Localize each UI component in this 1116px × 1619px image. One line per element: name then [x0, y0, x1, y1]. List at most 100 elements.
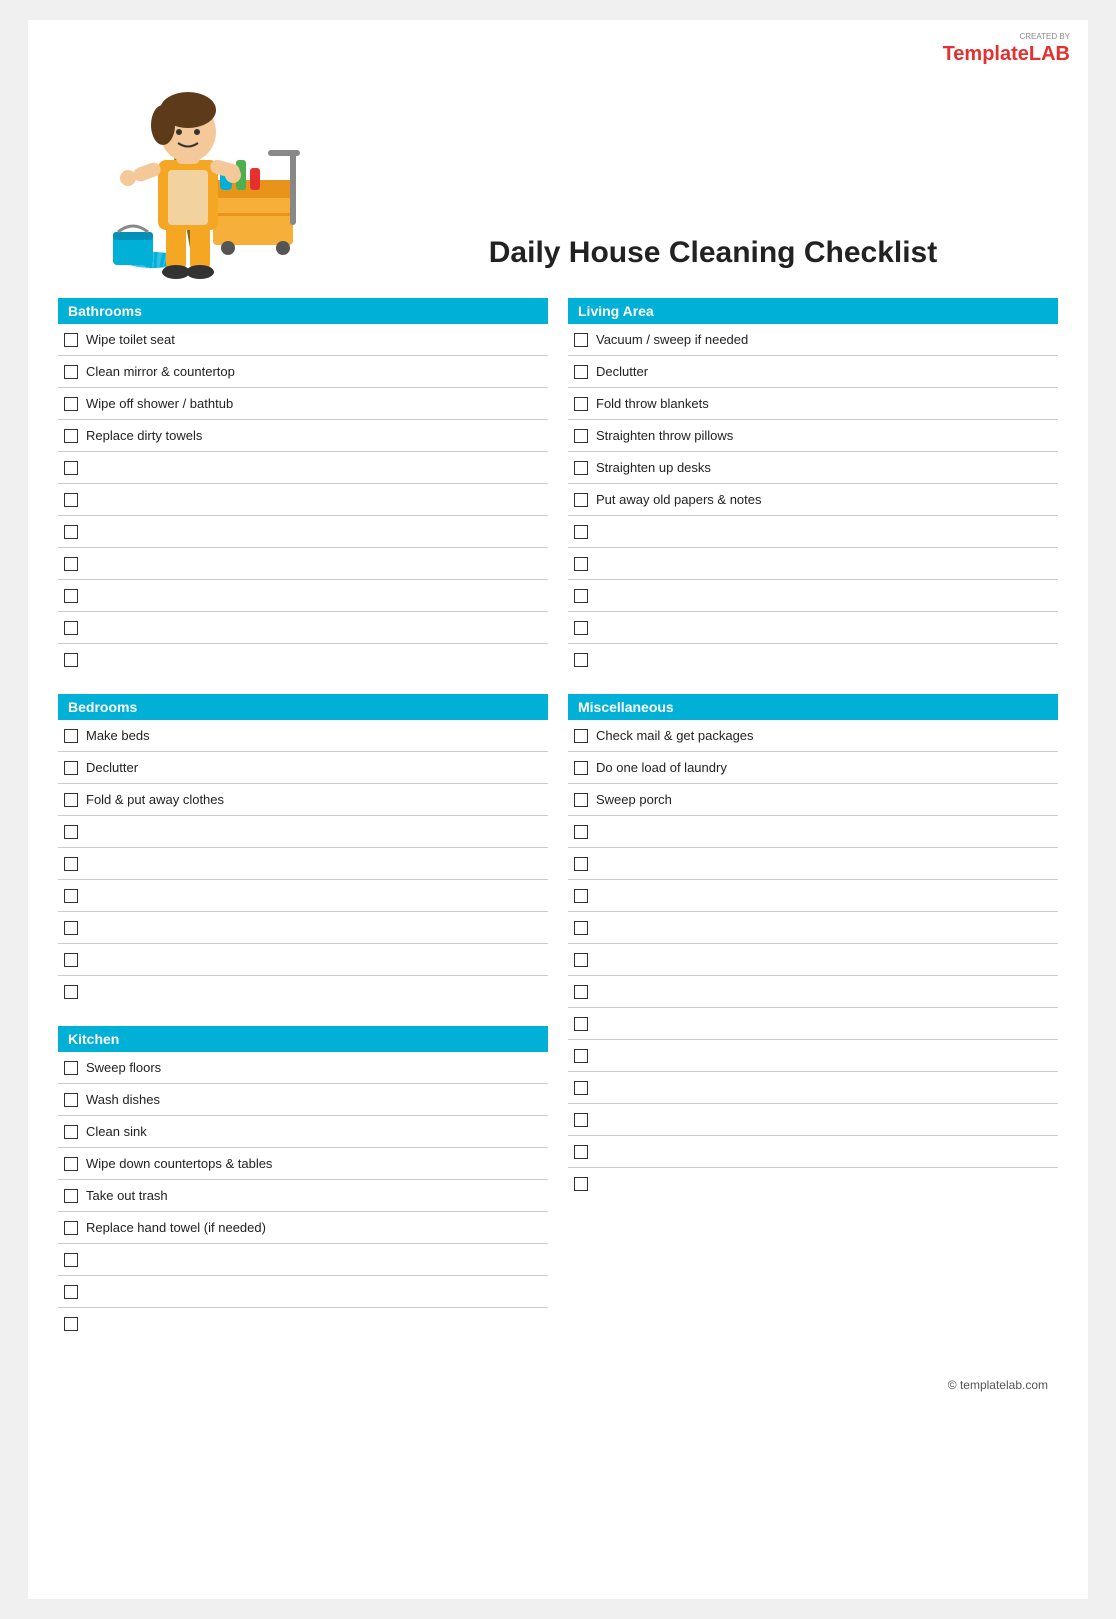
brand-template: Template — [943, 43, 1029, 65]
item-label: Fold throw blankets — [596, 396, 709, 411]
checkbox[interactable] — [64, 857, 78, 871]
list-item: Take out trash — [58, 1180, 548, 1212]
section-bathrooms: BathroomsWipe toilet seatClean mirror & … — [58, 298, 548, 676]
checkbox[interactable] — [574, 1177, 588, 1191]
checkbox[interactable] — [574, 825, 588, 839]
list-item — [58, 484, 548, 516]
checkbox[interactable] — [64, 1061, 78, 1075]
checkbox[interactable] — [64, 985, 78, 999]
list-item: Fold & put away clothes — [58, 784, 548, 816]
item-label — [596, 888, 600, 903]
list-item: Wash dishes — [58, 1084, 548, 1116]
item-label: Check mail & get packages — [596, 728, 754, 743]
list-item — [568, 912, 1058, 944]
checkbox[interactable] — [574, 1145, 588, 1159]
checkbox[interactable] — [574, 461, 588, 475]
item-label — [86, 856, 90, 871]
checkbox[interactable] — [64, 1317, 78, 1331]
checkbox[interactable] — [64, 461, 78, 475]
section-header-living-area: Living Area — [568, 298, 1058, 324]
checkbox[interactable] — [574, 985, 588, 999]
checkbox[interactable] — [64, 1157, 78, 1171]
checkbox[interactable] — [574, 729, 588, 743]
checkbox[interactable] — [574, 889, 588, 903]
checkbox[interactable] — [64, 397, 78, 411]
item-label — [86, 588, 90, 603]
checkbox[interactable] — [64, 653, 78, 667]
footer-text: © templatelab.com — [948, 1378, 1048, 1392]
list-item — [568, 1040, 1058, 1072]
checkbox[interactable] — [574, 429, 588, 443]
section-living-area: Living AreaVacuum / sweep if neededDeclu… — [568, 298, 1058, 676]
checkbox[interactable] — [64, 761, 78, 775]
list-item — [568, 580, 1058, 612]
checkbox[interactable] — [574, 621, 588, 635]
item-label: Wipe toilet seat — [86, 332, 175, 347]
checkbox[interactable] — [574, 761, 588, 775]
item-label: Wipe down countertops & tables — [86, 1156, 272, 1171]
list-item — [568, 976, 1058, 1008]
checkbox[interactable] — [574, 921, 588, 935]
checkbox[interactable] — [574, 557, 588, 571]
checkbox[interactable] — [64, 825, 78, 839]
checkbox[interactable] — [64, 1285, 78, 1299]
section-bedrooms: BedroomsMake bedsDeclutterFold & put awa… — [58, 694, 548, 1008]
checkbox[interactable] — [64, 557, 78, 571]
checkbox[interactable] — [64, 793, 78, 807]
checkbox[interactable] — [574, 397, 588, 411]
checkbox[interactable] — [64, 1253, 78, 1267]
item-label — [596, 1048, 600, 1063]
item-label — [86, 1252, 90, 1267]
item-label: Vacuum / sweep if needed — [596, 332, 748, 347]
item-label: Replace dirty towels — [86, 428, 202, 443]
checkbox[interactable] — [574, 333, 588, 347]
list-item: Sweep porch — [568, 784, 1058, 816]
checkbox[interactable] — [574, 589, 588, 603]
checkbox[interactable] — [574, 525, 588, 539]
cleaning-illustration — [58, 50, 348, 280]
created-by-label: CREATED BY — [943, 32, 1070, 41]
checkbox[interactable] — [64, 589, 78, 603]
item-label — [86, 920, 90, 935]
item-label: Clean mirror & countertop — [86, 364, 235, 379]
item-label — [86, 653, 90, 668]
checkbox[interactable] — [64, 1093, 78, 1107]
checkbox[interactable] — [574, 857, 588, 871]
checkbox[interactable] — [64, 493, 78, 507]
checkbox[interactable] — [64, 1221, 78, 1235]
checkbox[interactable] — [64, 1189, 78, 1203]
checkbox[interactable] — [64, 365, 78, 379]
list-item: Sweep floors — [58, 1052, 548, 1084]
section-header-kitchen: Kitchen — [58, 1026, 548, 1052]
checkbox[interactable] — [574, 653, 588, 667]
section-kitchen: KitchenSweep floorsWash dishesClean sink… — [58, 1026, 548, 1340]
checkbox[interactable] — [64, 729, 78, 743]
checkbox[interactable] — [574, 1049, 588, 1063]
list-item — [58, 976, 548, 1008]
checkbox[interactable] — [64, 953, 78, 967]
checkbox[interactable] — [64, 333, 78, 347]
checkbox[interactable] — [574, 793, 588, 807]
item-label: Wipe off shower / bathtub — [86, 396, 233, 411]
checkbox[interactable] — [574, 1017, 588, 1031]
checkbox[interactable] — [64, 889, 78, 903]
checkbox[interactable] — [64, 429, 78, 443]
checkbox[interactable] — [574, 953, 588, 967]
page-title: Daily House Cleaning Checklist — [348, 236, 1058, 280]
checkbox[interactable] — [64, 621, 78, 635]
item-label — [596, 920, 600, 935]
page: CREATED BY TemplateLAB — [28, 20, 1088, 1599]
list-item — [58, 580, 548, 612]
list-item — [568, 1168, 1058, 1200]
item-label — [596, 556, 600, 571]
item-label: Sweep porch — [596, 792, 672, 807]
checkbox[interactable] — [574, 493, 588, 507]
checkbox[interactable] — [64, 525, 78, 539]
list-item — [568, 644, 1058, 676]
checkbox[interactable] — [64, 1125, 78, 1139]
checkbox[interactable] — [574, 1081, 588, 1095]
item-label — [596, 1144, 600, 1159]
checkbox[interactable] — [64, 921, 78, 935]
checkbox[interactable] — [574, 365, 588, 379]
checkbox[interactable] — [574, 1113, 588, 1127]
